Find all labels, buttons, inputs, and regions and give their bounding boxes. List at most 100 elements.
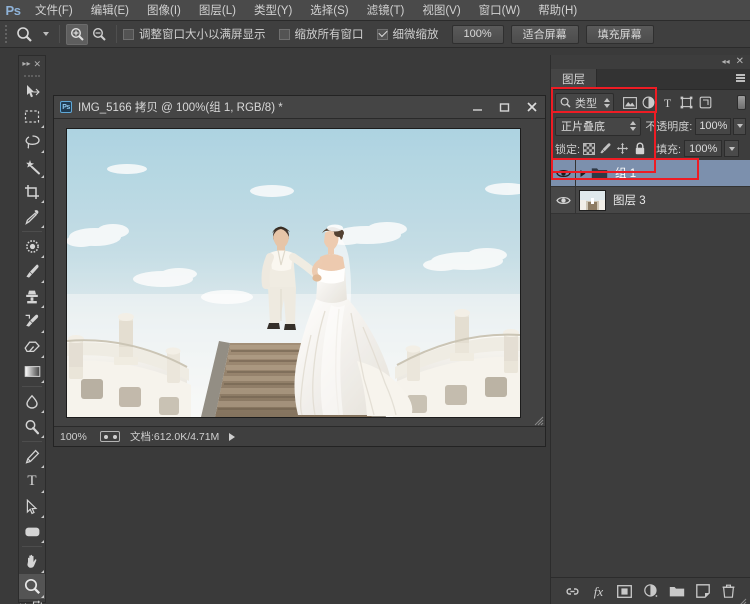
- menu-item-filter[interactable]: 滤镜(T): [358, 0, 414, 21]
- filter-type-icon[interactable]: T: [658, 93, 677, 112]
- layer-visibility-icon[interactable]: [551, 160, 575, 187]
- zoom-in-button[interactable]: [66, 24, 88, 45]
- lock-label: 锁定:: [555, 141, 580, 157]
- filter-smart-object-icon[interactable]: [696, 93, 715, 112]
- collapse-dock-icon[interactable]: ◂◂: [722, 58, 730, 66]
- tools-panel-grip[interactable]: [19, 72, 45, 79]
- fit-screen-button[interactable]: 适合屏幕: [511, 25, 579, 44]
- close-dock-icon[interactable]: ✕: [736, 57, 744, 67]
- canvas-resize-grip[interactable]: [532, 413, 544, 425]
- filter-type-dropdown[interactable]: 类型: [555, 93, 614, 112]
- menu-item-type[interactable]: 类型(Y): [245, 0, 301, 21]
- document-image[interactable]: [66, 128, 521, 418]
- tool-more-corner-icon: [41, 595, 44, 598]
- document-window: Ps IMG_5166 拷贝 @ 100%(组 1, RGB/8) *: [53, 95, 546, 447]
- filter-type-label: 类型: [575, 95, 597, 111]
- panel-resize-grip[interactable]: [738, 593, 747, 602]
- zoom-all-windows-label: 缩放所有窗口: [295, 26, 364, 42]
- status-zoom-level[interactable]: 100%: [54, 431, 100, 443]
- crop-tool[interactable]: [19, 179, 45, 204]
- clone-stamp-tool[interactable]: [19, 284, 45, 309]
- filter-enable-switch[interactable]: [737, 95, 746, 110]
- link-layers-icon[interactable]: [565, 583, 581, 599]
- fill-screen-button[interactable]: 填充屏幕: [586, 25, 654, 44]
- move-tool[interactable]: [19, 79, 45, 104]
- default-colors-icon[interactable]: [20, 599, 28, 604]
- hand-tool[interactable]: [19, 549, 45, 574]
- menu-item-select[interactable]: 选择(S): [301, 0, 357, 21]
- lasso-tool[interactable]: [19, 129, 45, 154]
- eraser-tool[interactable]: [19, 334, 45, 359]
- history-brush-tool[interactable]: [19, 309, 45, 334]
- menu-item-view[interactable]: 视图(V): [413, 0, 469, 21]
- blur-tool[interactable]: [19, 389, 45, 414]
- menu-item-edit[interactable]: 编辑(E): [82, 0, 138, 21]
- spot-healing-brush-tool[interactable]: [19, 234, 45, 259]
- zoom-tool[interactable]: [19, 574, 45, 599]
- horizontal-type-tool[interactable]: T: [19, 469, 45, 494]
- zoom-out-button[interactable]: [88, 24, 110, 45]
- close-icon[interactable]: ✕: [33, 60, 43, 69]
- resize-windows-label: 调整窗口大小以满屏显示: [139, 26, 266, 42]
- layer-visibility-icon[interactable]: [551, 187, 575, 214]
- lock-transparent-pixels-icon[interactable]: [580, 140, 597, 157]
- panel-menu-icon[interactable]: [736, 74, 745, 82]
- gradient-tool[interactable]: [19, 359, 45, 384]
- fill-value[interactable]: 100%: [684, 140, 722, 157]
- document-title-bar[interactable]: Ps IMG_5166 拷贝 @ 100%(组 1, RGB/8) *: [54, 96, 545, 119]
- menu-item-help[interactable]: 帮助(H): [529, 0, 586, 21]
- rectangular-marquee-tool[interactable]: [19, 104, 45, 129]
- layer-name[interactable]: 图层 3: [613, 192, 646, 208]
- adjustment-layer-icon[interactable]: [643, 583, 659, 599]
- current-tool-zoom-icon[interactable]: [9, 23, 39, 45]
- resize-windows-to-fit-checkbox[interactable]: 调整窗口大小以满屏显示: [123, 26, 266, 42]
- zoom-100-button[interactable]: 100%: [452, 25, 504, 44]
- rounded-rectangle-tool[interactable]: [19, 519, 45, 544]
- lock-position-icon[interactable]: [614, 140, 631, 157]
- collapse-panel-icon[interactable]: ▸▸: [22, 60, 30, 68]
- opacity-dropdown-arrow[interactable]: [733, 118, 746, 135]
- close-button[interactable]: [518, 96, 545, 118]
- status-menu-arrow-icon[interactable]: [229, 433, 235, 441]
- options-bar-grip[interactable]: [0, 21, 9, 48]
- menu-item-layer[interactable]: 图层(L): [190, 0, 245, 21]
- table-row[interactable]: 组 1: [551, 160, 750, 187]
- path-selection-tool[interactable]: [19, 494, 45, 519]
- delete-layer-icon[interactable]: [721, 583, 737, 599]
- fill-dropdown-arrow[interactable]: [724, 140, 739, 157]
- canvas-area[interactable]: [54, 119, 545, 426]
- tools-divider-1: [22, 231, 42, 232]
- swap-colors-icon[interactable]: [32, 599, 43, 604]
- lock-all-icon[interactable]: [631, 140, 648, 157]
- eyedropper-tool[interactable]: [19, 204, 45, 229]
- zoom-all-windows-checkbox[interactable]: 缩放所有窗口: [279, 26, 364, 42]
- new-layer-icon[interactable]: [695, 583, 711, 599]
- menu-item-window[interactable]: 窗口(W): [470, 0, 530, 21]
- dodge-tool[interactable]: [19, 414, 45, 439]
- minimize-button[interactable]: [464, 96, 491, 118]
- layer-mask-icon[interactable]: [617, 583, 633, 599]
- filter-adjustment-icon[interactable]: [639, 93, 658, 112]
- menu-item-file[interactable]: 文件(F): [26, 0, 82, 21]
- tab-layers[interactable]: 图层: [551, 69, 597, 89]
- layer-filter-row: 类型 T: [551, 90, 750, 115]
- expand-group-icon[interactable]: [576, 169, 589, 178]
- magic-wand-tool[interactable]: [19, 154, 45, 179]
- filter-shape-icon[interactable]: [677, 93, 696, 112]
- tool-preset-dropdown[interactable]: [39, 32, 53, 36]
- menu-item-image[interactable]: 图像(I): [138, 0, 190, 21]
- table-row[interactable]: 图层 3: [551, 187, 750, 214]
- scrubby-zoom-checkbox[interactable]: 细微缩放: [377, 26, 439, 42]
- layer-thumbnail[interactable]: [579, 190, 606, 211]
- pen-tool[interactable]: [19, 444, 45, 469]
- maximize-button[interactable]: [491, 96, 518, 118]
- lock-image-pixels-icon[interactable]: [597, 140, 614, 157]
- layer-name[interactable]: 组 1: [615, 165, 636, 181]
- brush-tool[interactable]: [19, 259, 45, 284]
- new-group-icon[interactable]: [669, 583, 685, 599]
- tools-panel: ▸▸ ✕: [18, 55, 46, 603]
- filter-pixel-icon[interactable]: [620, 93, 639, 112]
- layer-style-icon[interactable]: fx: [591, 583, 607, 599]
- blend-mode-dropdown[interactable]: 正片叠底: [555, 117, 641, 136]
- opacity-value[interactable]: 100%: [695, 118, 731, 135]
